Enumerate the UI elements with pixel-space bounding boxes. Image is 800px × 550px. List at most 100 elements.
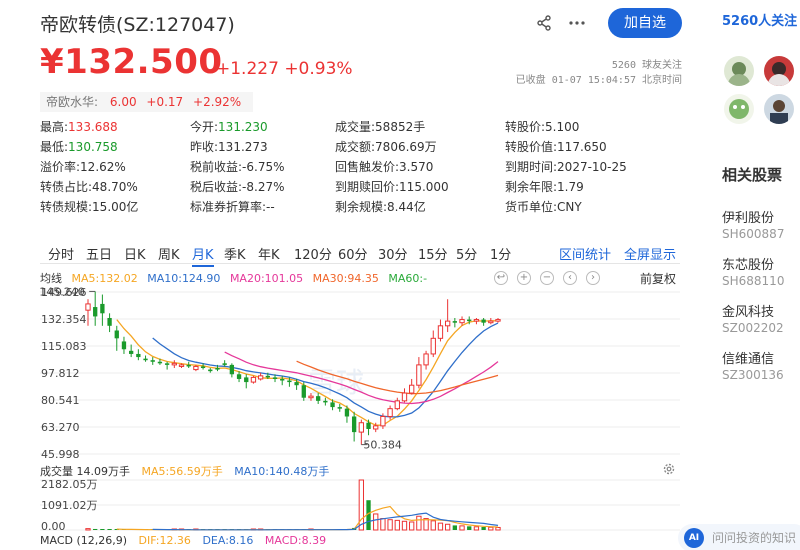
related-stock-item[interactable]: 金风科技 SZ002202 [722, 301, 784, 335]
candle [366, 422, 371, 429]
avatar[interactable] [724, 56, 754, 86]
candle [294, 382, 299, 386]
quote-stat: 转债占比:48.70% [40, 178, 138, 195]
add-watchlist-button[interactable]: 加自选 [608, 8, 682, 38]
share-icon[interactable] [535, 14, 553, 32]
stat-label: 剩余年限: [505, 180, 558, 194]
avatar[interactable] [724, 94, 754, 124]
candle [265, 375, 270, 378]
related-stock-item[interactable]: 东芯股份 SH688110 [722, 254, 784, 288]
quote-stat: 最低:130.758 [40, 138, 118, 155]
ask-input[interactable]: AI 问问投资的知识 [678, 524, 800, 550]
tab-period[interactable]: 分时 [48, 244, 74, 263]
volume-bar [401, 520, 408, 531]
candle [459, 319, 465, 324]
tab-period[interactable]: 日K [124, 244, 146, 263]
stat-label: 标准券折算率: [190, 200, 267, 214]
candle [423, 353, 429, 366]
current-price: ¥132.500 [40, 42, 223, 82]
related-stock-item[interactable]: 伊利股份 SH600887 [722, 207, 784, 241]
candle [308, 395, 314, 399]
y-tick-label: 63.270 [41, 421, 80, 434]
candle [186, 364, 191, 367]
macd-dif: DIF:12.36 [138, 534, 191, 547]
underlying-stock[interactable]: 帝欧水华: 6.00 +0.17 +2.92% [40, 92, 254, 112]
candle [257, 375, 264, 380]
stat-label: 转债占比: [40, 180, 93, 194]
tab-period[interactable]: 60分 [338, 244, 368, 263]
range-stats-link[interactable]: 区间统计 [559, 244, 611, 263]
tab-period[interactable]: 五日 [86, 244, 112, 263]
stat-value: 131.230 [218, 120, 268, 134]
candle [401, 392, 408, 402]
chart-period-tabs: 分时 五日 日K 周K 月K 季K 年K 120分 60分 30分 15分 5分 1分 区间统计 全屏显示 [40, 244, 680, 267]
tab-period[interactable]: 周K [158, 244, 180, 263]
candle [380, 415, 386, 427]
high-label: 145.240 [40, 285, 85, 298]
candle [107, 317, 112, 326]
more-icon[interactable] [568, 14, 586, 32]
stat-value: 130.758 [68, 140, 118, 154]
tab-period[interactable]: 120分 [294, 244, 332, 263]
candle [280, 378, 285, 381]
candle [193, 365, 199, 371]
next-icon[interactable]: › [586, 270, 600, 285]
macd-value: MACD:8.39 [264, 534, 327, 547]
quote-stat: 溢价率:12.62% [40, 158, 126, 175]
fullscreen-link[interactable]: 全屏显示 [624, 244, 676, 263]
volume-chart[interactable]: 2182.05万 1091.02万 0.00 [40, 476, 680, 534]
candle [171, 362, 177, 366]
volume-tick-label: 0.00 [41, 520, 66, 533]
stat-label: 今开: [190, 120, 219, 134]
tab-period[interactable]: 5分 [456, 244, 477, 263]
ask-placeholder: 问问投资的知识 [712, 531, 797, 545]
stat-value: 15.00亿 [92, 200, 139, 214]
tab-period[interactable]: 月K [192, 244, 214, 267]
macd-dea: DEA:8.16 [202, 534, 254, 547]
candle [330, 402, 335, 408]
zoom-in-icon[interactable]: + [517, 270, 531, 285]
volume-bar [473, 526, 480, 531]
settings-icon[interactable] [662, 462, 676, 476]
tab-period[interactable]: 30分 [378, 244, 408, 263]
candle [121, 341, 127, 350]
candle [200, 366, 206, 369]
kline-chart[interactable]: 雪球149.626132.354115.08397.81280.54163.27… [40, 284, 680, 462]
quote-stat: 货币单位:CNY [505, 198, 582, 215]
tab-period[interactable]: 季K [224, 244, 246, 263]
macd-legend: MACD (12,26,9) DIF:12.36 DEA:8.16 MACD:8… [40, 534, 334, 547]
related-stock-name: 金风科技 [722, 305, 775, 320]
stat-value: 2027-10-25 [557, 160, 627, 174]
volume-bar [409, 521, 415, 531]
y-tick-label: 45.998 [41, 448, 80, 461]
prev-icon[interactable]: ‹ [563, 270, 577, 285]
tab-period[interactable]: 年K [258, 244, 280, 263]
stat-value: 1.79 [557, 180, 584, 194]
avatar[interactable] [764, 56, 794, 86]
candle [272, 377, 278, 379]
stat-value: 48.70% [92, 180, 138, 194]
stat-label: 成交量: [335, 120, 376, 134]
candle [250, 376, 257, 383]
stat-label: 转股价: [505, 120, 546, 134]
undo-icon[interactable]: ↩ [494, 270, 508, 285]
quote-stat: 成交额:7806.69万 [335, 138, 437, 155]
sidebar-followers[interactable]: 5260人关注 [722, 10, 797, 29]
candle [93, 307, 98, 317]
candle [387, 408, 393, 417]
candle [416, 364, 422, 386]
related-stocks-title: 相关股票 [722, 166, 783, 184]
stat-label: 剩余规模: [335, 200, 388, 214]
quote-stat: 转股价值:117.650 [505, 138, 607, 155]
stat-label: 到期时间: [505, 160, 558, 174]
chart-tools: ↩ + − ‹ › [494, 270, 609, 285]
candle [157, 361, 163, 364]
tab-period[interactable]: 1分 [490, 244, 511, 263]
candle [150, 360, 155, 362]
stat-value: 5.100 [545, 120, 580, 134]
avatar[interactable] [764, 94, 794, 124]
related-stock-item[interactable]: 信维通信 SZ300136 [722, 348, 784, 382]
tab-period[interactable]: 15分 [418, 244, 448, 263]
zoom-out-icon[interactable]: − [540, 270, 554, 285]
stat-value: -8.27% [242, 180, 285, 194]
